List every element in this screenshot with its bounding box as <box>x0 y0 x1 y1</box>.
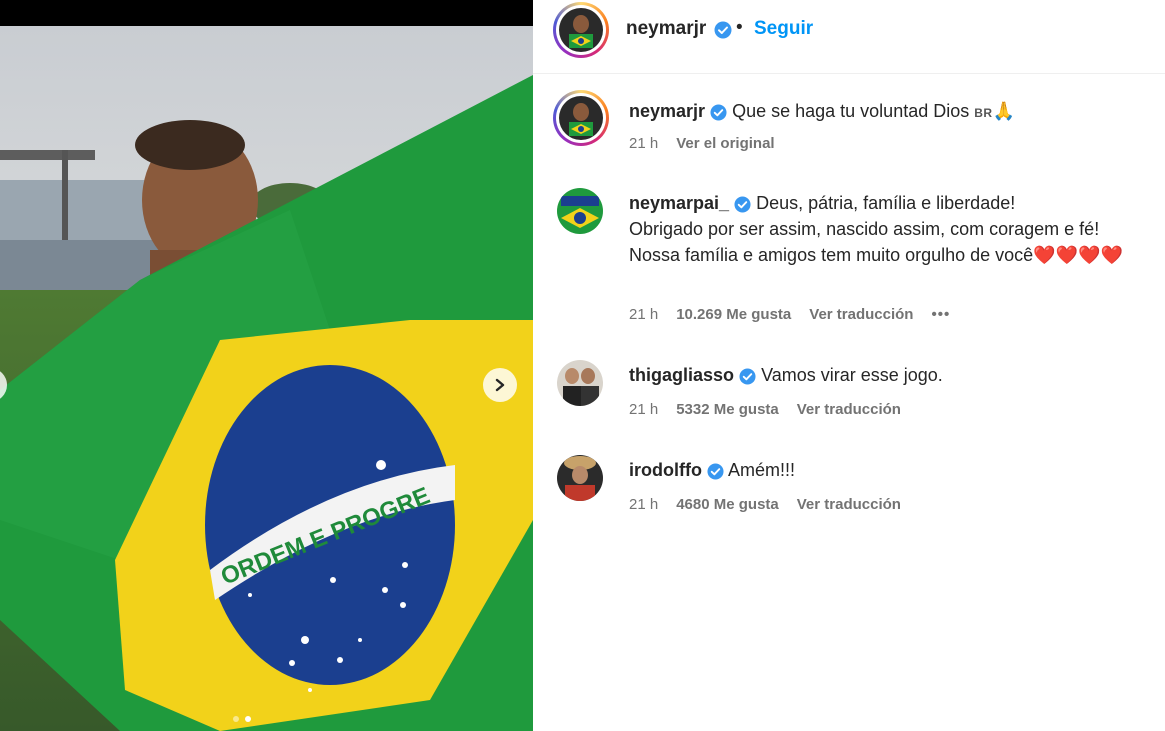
verified-badge-icon <box>739 368 756 385</box>
see-translation-button[interactable]: Ver traducción <box>809 306 913 323</box>
comment-body-line3: Nossa família e amigos tem muito orgulho… <box>629 245 1034 265</box>
comment-body: Amém!!! <box>728 460 796 480</box>
avatar[interactable] <box>557 360 603 406</box>
comment-body: Que se haga tu voluntad Dios <box>732 101 970 121</box>
follow-button[interactable]: Seguir <box>754 18 813 40</box>
avatar-image <box>559 8 603 52</box>
post-panel: neymarjr • Seguir neymarjr Que se haga t… <box>533 0 1165 731</box>
avatar[interactable] <box>557 188 603 234</box>
avatar[interactable] <box>557 455 603 501</box>
verified-badge-icon <box>714 21 732 39</box>
comment-meta: 21 h 10.269 Me gusta Ver traducción ••• <box>629 306 950 323</box>
comment-text: neymarjr Que se haga tu voluntad Dios BR… <box>629 98 1159 126</box>
comment-likes[interactable]: 10.269 Me gusta <box>676 306 791 323</box>
comment-text: neymarpai_ Deus, pátria, família e liber… <box>629 190 1159 268</box>
verified-badge-icon <box>734 196 751 213</box>
story-ring[interactable] <box>553 2 609 58</box>
header-username[interactable]: neymarjr <box>626 18 706 40</box>
carousel-dot-active <box>245 716 251 722</box>
comment-time: 21 h <box>629 135 659 152</box>
comment-time: 21 h <box>629 496 659 513</box>
carousel-indicator <box>233 716 251 722</box>
comment-username[interactable]: neymarpai_ <box>629 193 729 213</box>
comment-time: 21 h <box>629 401 659 418</box>
comment-username[interactable]: irodolffo <box>629 460 702 480</box>
see-translation-button[interactable]: Ver traducción <box>797 496 901 513</box>
heart-emojis: ❤️❤️❤️❤️ <box>1033 245 1123 265</box>
post-photo: ORDEM E PROGRE <box>0 0 533 731</box>
verified-badge-icon <box>707 463 724 480</box>
comment-text: thigagliasso Vamos virar esse jogo. <box>629 362 1159 388</box>
avatar-image <box>557 360 603 406</box>
comment-username[interactable]: thigagliasso <box>629 365 734 385</box>
comment-meta: 21 h 5332 Me gusta Ver traducción <box>629 401 901 418</box>
comment-likes[interactable]: 5332 Me gusta <box>676 401 779 418</box>
avatar[interactable] <box>559 8 603 52</box>
flag-text: BR <box>974 106 993 120</box>
verified-badge-icon <box>710 104 727 121</box>
comment-body: Vamos virar esse jogo. <box>761 365 943 385</box>
post-header: neymarjr • Seguir <box>533 0 1165 74</box>
comment-username[interactable]: neymarjr <box>629 101 705 121</box>
comment-meta: 21 h 4680 Me gusta Ver traducción <box>629 496 901 513</box>
avatar-image <box>557 188 603 234</box>
carousel-dot <box>233 716 239 722</box>
avatar[interactable] <box>559 96 603 140</box>
avatar-image <box>557 455 603 501</box>
chevron-right-icon <box>495 378 505 392</box>
more-options-icon[interactable]: ••• <box>931 306 950 323</box>
story-ring[interactable] <box>553 90 609 146</box>
comment-time: 21 h <box>629 306 659 323</box>
avatar-image <box>559 96 603 140</box>
comment-text: irodolffo Amém!!! <box>629 457 1159 483</box>
see-original-button[interactable]: Ver el original <box>676 135 774 152</box>
next-photo-button[interactable] <box>483 368 517 402</box>
post-image: ORDEM E PROGRE <box>0 0 533 731</box>
comment-body-line2: Obrigado por ser assim, nascido assim, c… <box>629 219 1100 239</box>
pray-emoji: 🙏 <box>992 101 1016 121</box>
header-separator: • <box>736 17 743 38</box>
comment-meta: 21 h Ver el original <box>629 135 775 152</box>
see-translation-button[interactable]: Ver traducción <box>797 401 901 418</box>
comment-body-line1: Deus, pátria, família e liberdade! <box>756 193 1016 213</box>
comment-likes[interactable]: 4680 Me gusta <box>676 496 779 513</box>
